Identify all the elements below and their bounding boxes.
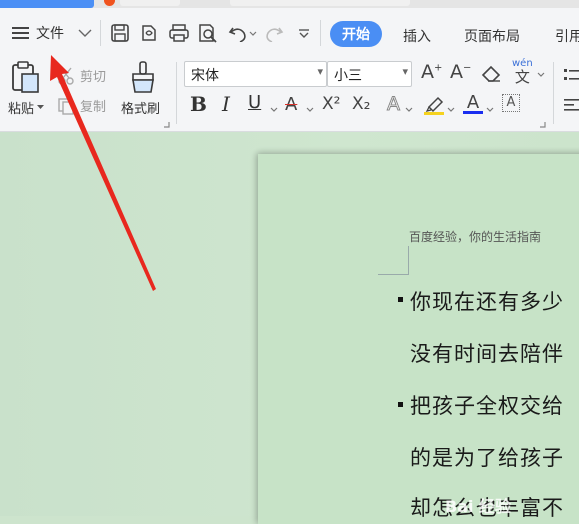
character-shading-button[interactable]: A	[502, 94, 520, 112]
bullet-marker	[398, 297, 403, 302]
font-size-combo[interactable]: 小三 ▾	[327, 61, 412, 87]
margin-corner-mark	[408, 246, 409, 275]
font-name-combo[interactable]: 宋体 ▾	[184, 61, 327, 87]
superscript-button[interactable]: X²	[322, 94, 340, 114]
window-tab[interactable]	[230, 0, 410, 6]
watermark: Bai 经验	[445, 497, 512, 516]
file-menu-label: 文件	[36, 26, 64, 42]
bullet-marker	[398, 402, 403, 407]
undo-icon[interactable]	[228, 24, 248, 42]
tab-references[interactable]: 引用	[555, 26, 579, 46]
export-pdf-icon[interactable]	[139, 23, 159, 43]
divider	[320, 20, 321, 46]
decrease-font-size-button[interactable]: A−	[450, 61, 471, 83]
font-color-dropdown-icon[interactable]	[486, 107, 494, 113]
underline-dropdown-icon[interactable]	[270, 107, 278, 113]
hamburger-icon	[12, 27, 29, 39]
tab-insert[interactable]: 插入	[403, 26, 431, 46]
file-menu-button[interactable]: 文件	[12, 23, 92, 43]
font-color-button[interactable]: A	[463, 92, 483, 114]
font-color-glyph: A	[466, 92, 480, 113]
annotation-arrow-icon	[50, 55, 156, 291]
paste-label: 粘贴	[8, 102, 35, 117]
divider	[553, 62, 554, 124]
font-dialog-launcher-icon[interactable]	[540, 122, 546, 128]
bold-button[interactable]: B	[190, 92, 207, 116]
underline-button[interactable]: U	[248, 92, 261, 113]
font-name-value: 宋体	[191, 68, 219, 84]
divider	[100, 20, 101, 46]
window-tab[interactable]	[120, 0, 180, 6]
print-icon[interactable]	[168, 23, 190, 43]
subscript-button[interactable]: X₂	[352, 94, 370, 114]
highlight-icon[interactable]	[423, 94, 445, 116]
pinyin-dropdown-icon[interactable]	[537, 72, 545, 78]
chevron-down-icon[interactable]: ▾	[317, 65, 323, 78]
margin-corner-mark	[378, 274, 409, 275]
save-icon[interactable]	[110, 23, 130, 43]
align-left-icon[interactable]	[563, 96, 579, 114]
highlight-dropdown-icon[interactable]	[447, 107, 455, 113]
customize-toolbar-icon[interactable]	[298, 29, 310, 39]
paragraph-line[interactable]: 你现在还有多少	[410, 286, 564, 316]
paragraph-line[interactable]: 没有时间去陪伴	[410, 338, 564, 368]
tab-page-layout[interactable]: 页面布局	[464, 26, 520, 46]
chevron-down-icon[interactable]: ▾	[402, 65, 408, 78]
redo-icon[interactable]	[264, 24, 284, 42]
eraser-icon[interactable]	[480, 63, 502, 83]
paragraph-line[interactable]: 的是为了给孩子	[410, 442, 564, 472]
paste-icon[interactable]	[10, 60, 42, 94]
text-effect-button[interactable]: A	[387, 93, 401, 116]
font-size-value: 小三	[334, 68, 362, 84]
strikethrough-button[interactable]: A	[285, 94, 297, 115]
tab-home[interactable]: 开始	[330, 21, 382, 47]
chevron-down-icon[interactable]	[78, 28, 92, 38]
undo-dropdown-icon[interactable]	[249, 31, 257, 37]
paste-button[interactable]: 粘贴	[8, 98, 45, 117]
text-effect-dropdown-icon[interactable]	[405, 107, 413, 113]
page-header-text[interactable]: 百度经验，你的生活指南	[409, 228, 541, 245]
window-tab-strip	[0, 0, 579, 8]
divider	[176, 62, 177, 124]
paragraph-line[interactable]: 把孩子全权交给	[410, 390, 564, 420]
increase-font-size-button[interactable]: A+	[421, 61, 442, 83]
active-window-tab[interactable]	[0, 0, 94, 8]
strikethrough-dropdown-icon[interactable]	[306, 107, 314, 113]
pinyin-char-icon: 文	[514, 68, 530, 86]
print-preview-icon[interactable]	[197, 23, 219, 43]
pinyin-guide-button[interactable]: wén 文	[512, 59, 533, 86]
bullet-list-icon[interactable]	[563, 66, 579, 84]
italic-button[interactable]: I	[222, 92, 230, 116]
wps-logo-icon	[104, 0, 115, 6]
